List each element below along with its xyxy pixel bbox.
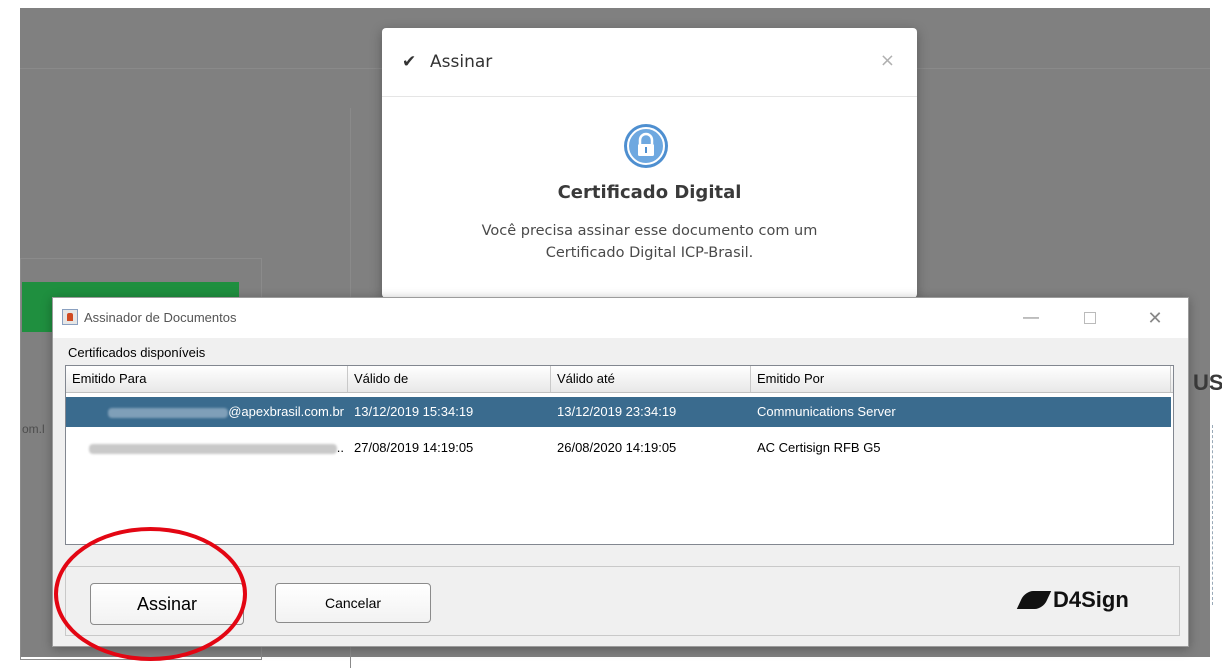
table-header: Emitido Para Válido de Válido até Emitid… — [66, 366, 1173, 393]
certificate-description: Você precisa assinar esse documento com … — [481, 223, 818, 261]
certificates-table: Emitido Para Válido de Válido até Emitid… — [65, 365, 1174, 545]
background-side-text: om.l — [22, 422, 45, 436]
column-header-issued-to[interactable]: Emitido Para — [66, 366, 348, 392]
available-certificates-label: Certificados disponíveis — [68, 345, 206, 360]
window-close-button[interactable]: ✕ — [1140, 304, 1170, 332]
d4sign-logo: D4Sign — [1016, 587, 1129, 613]
cell-issued-to: @apexbrasil.com.br — [66, 397, 348, 427]
sign-modal-header: ✔ Assinar × — [382, 28, 917, 97]
maximize-button[interactable] — [1075, 304, 1105, 332]
redacted-text — [108, 407, 229, 418]
window-titlebar[interactable]: Assinador de Documentos — ✕ — [53, 298, 1188, 338]
d4sign-logo-icon — [1016, 591, 1052, 609]
cell-valid-from: 13/12/2019 15:34:19 — [354, 404, 474, 419]
cell-issued-by: AC Certisign RFB G5 — [757, 440, 881, 455]
java-app-icon — [62, 309, 78, 325]
maximize-icon — [1084, 311, 1096, 324]
cancel-button[interactable]: Cancelar — [275, 583, 431, 623]
lock-icon — [624, 124, 668, 168]
minimize-button[interactable]: — — [1016, 304, 1046, 332]
certificate-heading: Certificado Digital — [557, 182, 742, 203]
sign-modal: ✔ Assinar × Certificado Digital Você pre… — [382, 28, 917, 298]
background-right-text: US — [1193, 370, 1222, 395]
close-icon[interactable]: × — [880, 50, 895, 71]
cell-valid-to: 13/12/2019 23:34:19 — [557, 404, 677, 419]
cell-issued-to: .. — [66, 433, 348, 463]
issued-to-text: @apexbrasil.com.br — [228, 404, 344, 419]
cell-issued-by: Communications Server — [757, 404, 896, 419]
table-row[interactable]: .. 27/08/2019 14:19:05 26/08/2020 14:19:… — [66, 433, 1171, 463]
window-title: Assinador de Documentos — [84, 310, 237, 325]
checkmark-icon: ✔ — [402, 52, 417, 72]
column-header-valid-from[interactable]: Válido de — [348, 366, 551, 392]
redacted-text — [88, 443, 337, 454]
issued-to-text: .. — [336, 440, 344, 455]
cell-valid-from: 27/08/2019 14:19:05 — [354, 440, 474, 455]
d4sign-logo-text: D4Sign — [1053, 587, 1129, 612]
sign-modal-title: Assinar — [430, 52, 493, 72]
column-header-valid-to[interactable]: Válido até — [551, 366, 751, 392]
cell-valid-to: 26/08/2020 14:19:05 — [557, 440, 677, 455]
highlight-circle-annotation — [54, 527, 247, 661]
background-dashed-line — [1212, 425, 1222, 605]
table-row[interactable]: @apexbrasil.com.br 13/12/2019 15:34:19 1… — [66, 397, 1171, 427]
column-header-issued-by[interactable]: Emitido Por — [751, 366, 1171, 392]
